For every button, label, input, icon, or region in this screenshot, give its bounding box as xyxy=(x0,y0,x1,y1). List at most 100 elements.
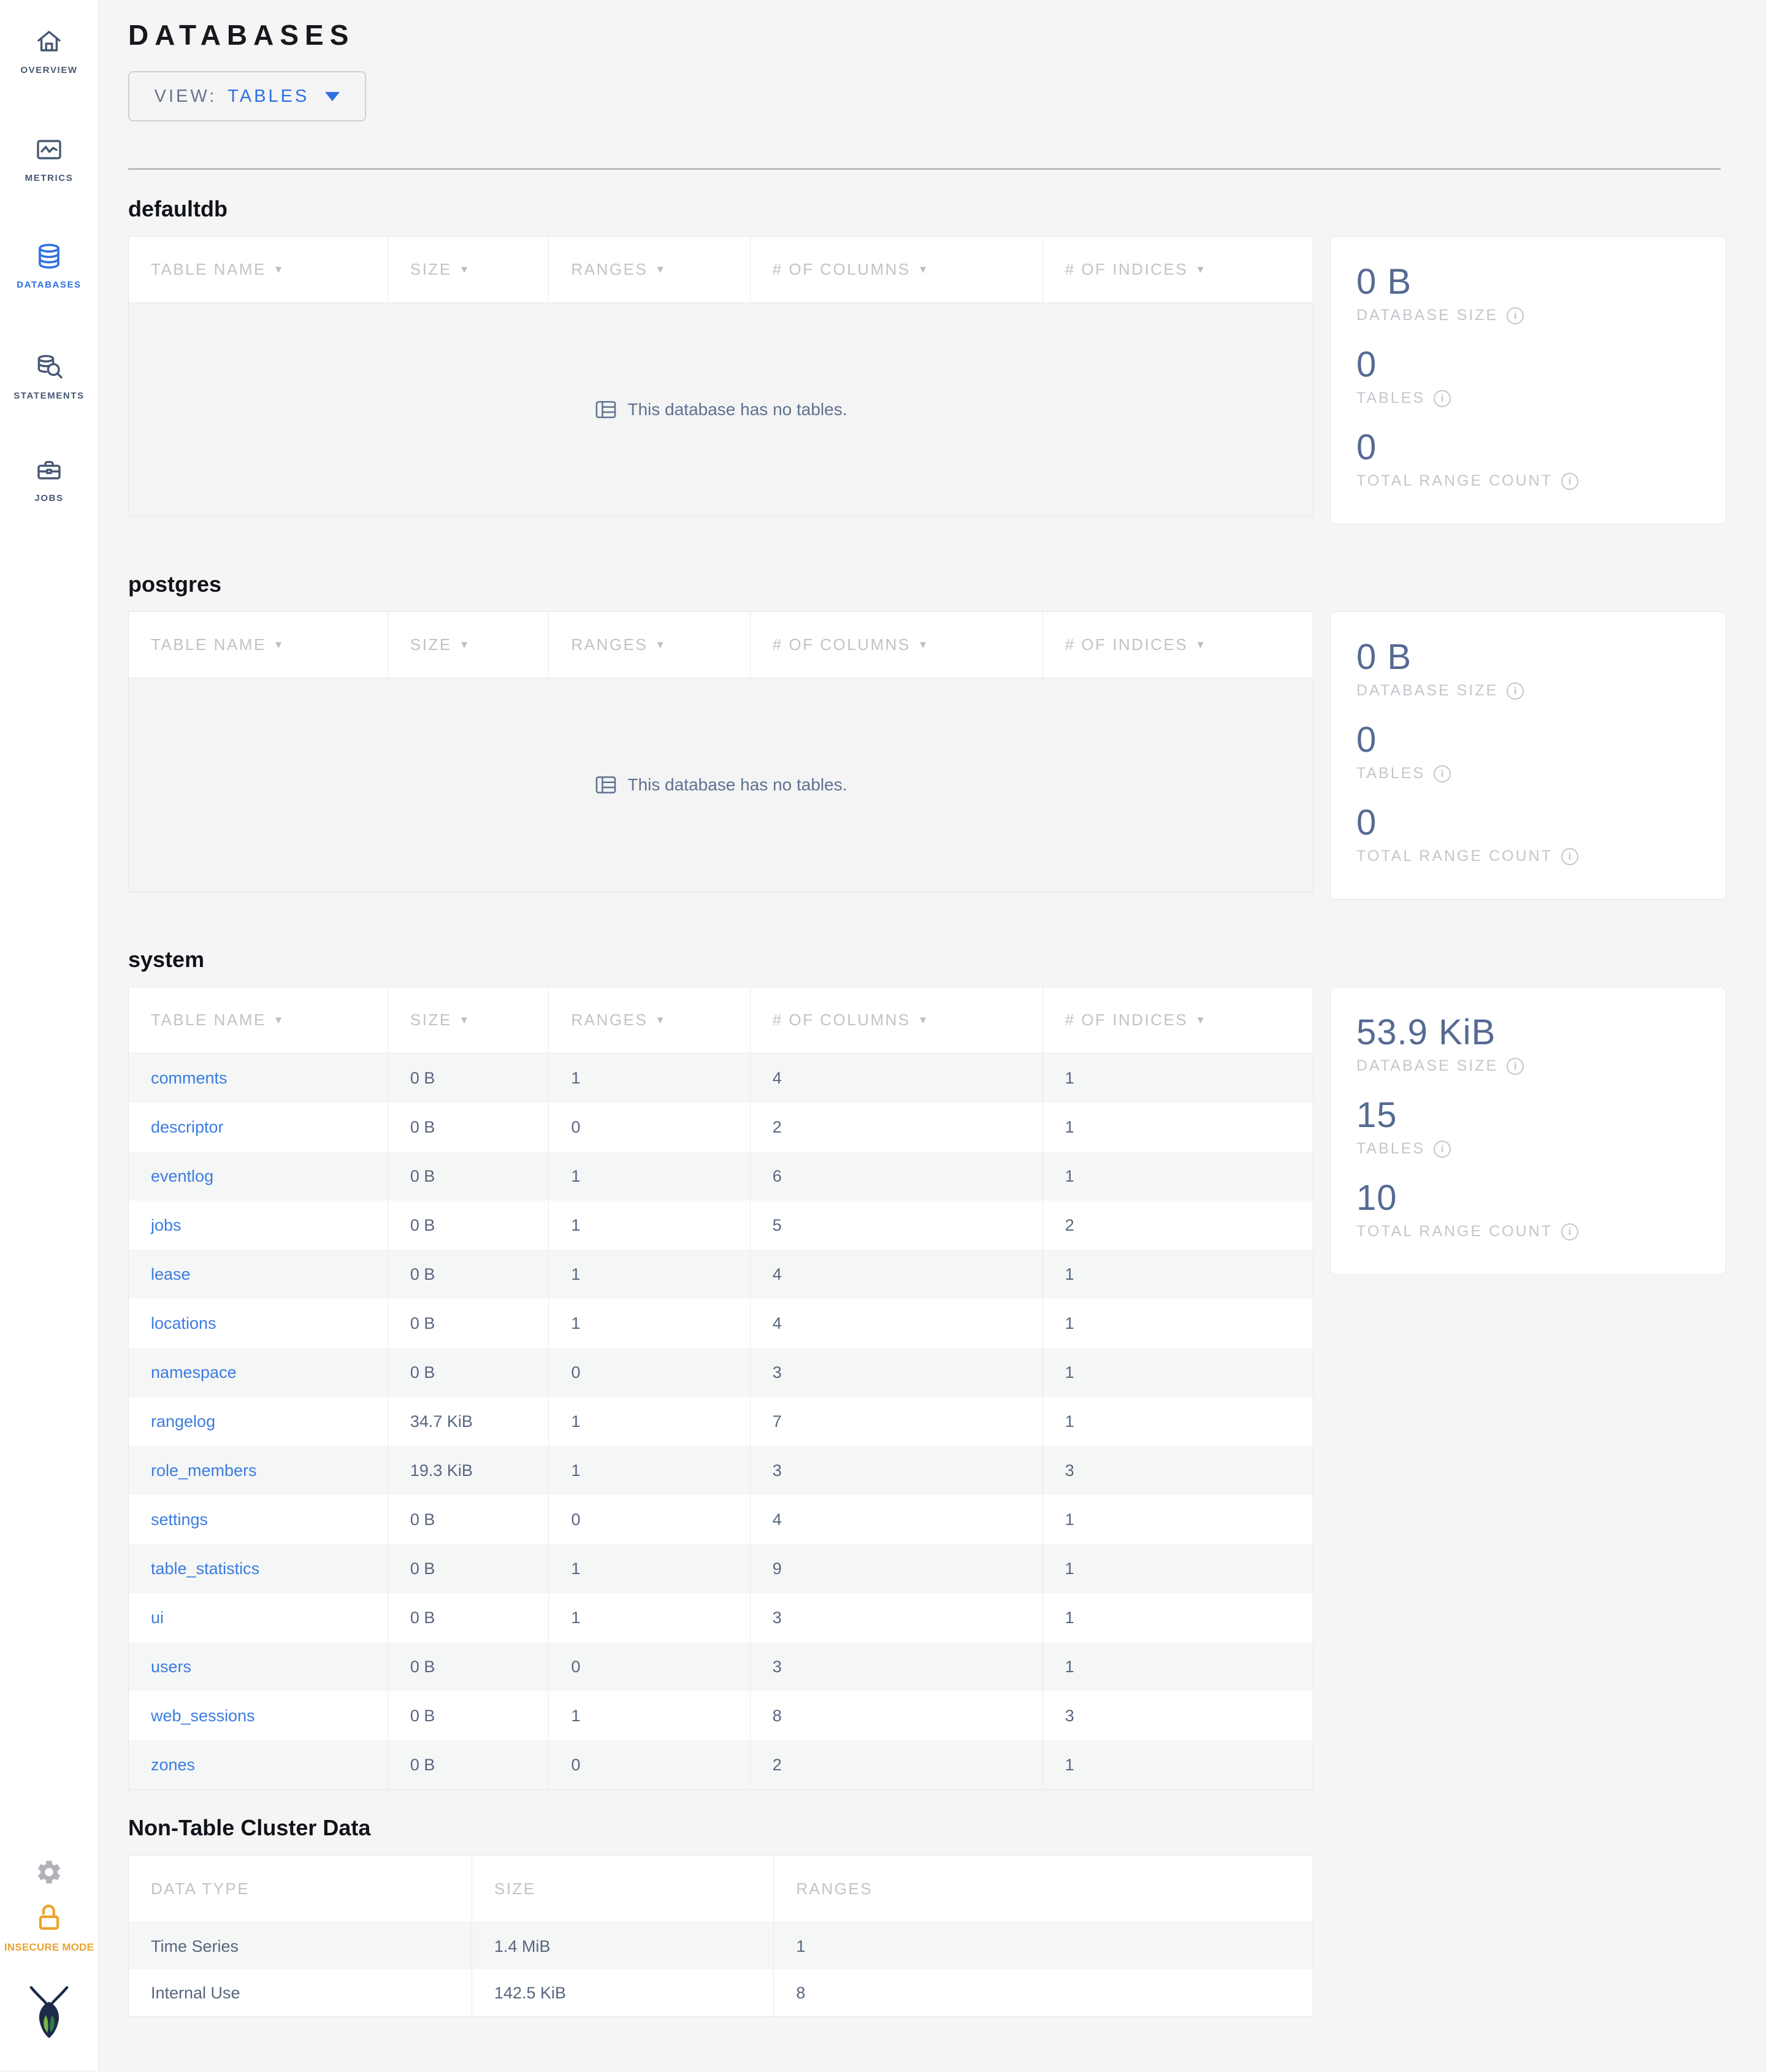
sidebar-item-statements[interactable]: STATEMENTS xyxy=(0,353,98,401)
table-cell: 2 xyxy=(751,1103,1043,1152)
table-cell: web_sessions xyxy=(129,1691,388,1740)
column-header-label: TABLE NAME xyxy=(151,635,266,654)
column-header-label: SIZE xyxy=(410,635,452,654)
table-name-link[interactable]: eventlog xyxy=(151,1167,213,1186)
column-header-ranges[interactable]: RANGES ▼ xyxy=(549,987,751,1053)
column-header-size[interactable]: SIZE ▼ xyxy=(388,987,549,1053)
insecure-mode-label: INSECURE MODE xyxy=(4,1941,94,1953)
view-dropdown[interactable]: VIEW: TABLES xyxy=(128,71,366,121)
table-name-link[interactable]: settings xyxy=(151,1510,208,1529)
info-icon[interactable]: i xyxy=(1434,1140,1451,1158)
info-icon[interactable]: i xyxy=(1507,1057,1524,1075)
info-icon[interactable]: i xyxy=(1507,682,1524,700)
info-icon[interactable]: i xyxy=(1507,307,1524,324)
table-cell: 1 xyxy=(1065,1068,1074,1087)
database-size-value: 0 B xyxy=(1356,637,1412,677)
table-cell: 3 xyxy=(751,1348,1043,1397)
table-name-link[interactable]: table_statistics xyxy=(151,1559,259,1578)
table-cell: 1 xyxy=(549,1250,751,1299)
sidebar-item-label: JOBS xyxy=(34,493,64,503)
sidebar-item-jobs[interactable]: JOBS xyxy=(0,455,98,503)
sidebar: OVERVIEW METRICS DATABASES STATEMENTS JO… xyxy=(0,0,99,2070)
table-name-link[interactable]: locations xyxy=(151,1314,216,1333)
insecure-mode-indicator[interactable]: INSECURE MODE xyxy=(0,1902,98,1954)
table-name-link[interactable]: namespace xyxy=(151,1363,237,1382)
database-size-label: DATABASE SIZE xyxy=(1356,682,1499,699)
view-dropdown-label: VIEW: xyxy=(154,86,217,106)
info-icon[interactable]: i xyxy=(1434,765,1451,782)
table-cell: users xyxy=(129,1642,388,1691)
table-cell: jobs xyxy=(129,1201,388,1250)
table-header-row: TABLE NAME ▼ SIZE ▼ RANGES ▼ # OF COLUMNS ▼ … xyxy=(129,987,1313,1053)
cockroachdb-logo[interactable] xyxy=(0,1986,98,2040)
table-cell: 0 xyxy=(549,1740,751,1789)
database-size-label: DATABASE SIZE xyxy=(1356,1057,1499,1074)
table-name-link[interactable]: role_members xyxy=(151,1461,257,1480)
tables-table: TABLE NAME ▼ SIZE ▼ RANGES ▼ # OF COLUMNS ▼ … xyxy=(128,987,1313,1790)
table-name-link[interactable]: comments xyxy=(151,1069,227,1088)
column-header-size[interactable]: SIZE ▼ xyxy=(388,612,549,678)
column-header-indices[interactable]: # OF INDICES ▼ xyxy=(1043,612,1313,678)
table-row: descriptor 0 B02 1 xyxy=(129,1103,1313,1152)
column-header-ranges[interactable]: RANGES ▼ xyxy=(549,612,751,678)
table-row: Time Series 1.4 MiB 1 xyxy=(129,1923,1313,1970)
page-title: DATABASES xyxy=(128,19,355,51)
column-header-table-name[interactable]: TABLE NAME ▼ xyxy=(129,612,388,678)
sidebar-item-metrics[interactable]: METRICS xyxy=(0,135,98,183)
column-header-columns[interactable]: # OF COLUMNS ▼ xyxy=(751,987,1043,1053)
empty-state: This database has no tables. xyxy=(129,678,1313,892)
column-header-columns[interactable]: # OF COLUMNS ▼ xyxy=(751,612,1043,678)
table-name-link[interactable]: zones xyxy=(151,1756,195,1775)
column-header-label: # OF INDICES xyxy=(1065,260,1188,278)
table-cell: 1 xyxy=(549,1201,751,1250)
sidebar-item-databases[interactable]: DATABASES xyxy=(0,242,98,290)
table-name-link[interactable]: web_sessions xyxy=(151,1707,255,1726)
table-name-link[interactable]: lease xyxy=(151,1265,191,1284)
sidebar-item-overview[interactable]: OVERVIEW xyxy=(0,27,98,75)
info-icon[interactable]: i xyxy=(1434,389,1451,407)
table-cell: 0 B xyxy=(388,1544,549,1593)
table-row: Internal Use 142.5 KiB 8 xyxy=(129,1970,1313,2016)
table-cell: 1 xyxy=(549,1053,751,1103)
table-cell: 0 xyxy=(549,1103,751,1152)
column-header-label: SIZE xyxy=(494,1879,536,1898)
table-name-link[interactable]: descriptor xyxy=(151,1118,224,1137)
table-cell: 0 xyxy=(549,1495,751,1544)
table-cell: 3 xyxy=(751,1593,1043,1642)
table-name-link[interactable]: rangelog xyxy=(151,1412,215,1431)
info-icon[interactable]: i xyxy=(1561,847,1579,865)
settings-gear-button[interactable] xyxy=(0,1858,98,1886)
column-header-ranges[interactable]: RANGES ▼ xyxy=(549,237,751,302)
table-row: ui 0 B131 xyxy=(129,1593,1313,1642)
column-header-indices[interactable]: # OF INDICES ▼ xyxy=(1043,987,1313,1053)
table-cell: 0 B xyxy=(388,1642,549,1691)
column-header-columns[interactable]: # OF COLUMNS ▼ xyxy=(751,237,1043,302)
column-header-label: RANGES xyxy=(571,635,648,654)
table-cell: 0 B xyxy=(388,1250,549,1299)
column-header-size[interactable]: SIZE ▼ xyxy=(388,237,549,302)
table-row: eventlog 0 B161 xyxy=(129,1152,1313,1201)
info-icon[interactable]: i xyxy=(1561,1223,1579,1241)
column-header-label: SIZE xyxy=(410,260,452,278)
table-cell: 0 B xyxy=(388,1348,549,1397)
sort-caret-icon: ▼ xyxy=(917,638,930,651)
column-header-table-name[interactable]: TABLE NAME ▼ xyxy=(129,987,388,1053)
column-header-indices[interactable]: # OF INDICES ▼ xyxy=(1043,237,1313,302)
table-cell: 5 xyxy=(751,1201,1043,1250)
table-cell: 1 xyxy=(1065,1264,1074,1283)
table-row: namespace 0 B03 1 xyxy=(129,1348,1313,1397)
metrics-icon xyxy=(0,135,98,164)
table-name-link[interactable]: ui xyxy=(151,1608,164,1627)
info-icon[interactable]: i xyxy=(1561,472,1579,490)
database-name-heading: postgres xyxy=(128,572,222,597)
table-row: lease 0 B141 xyxy=(129,1250,1313,1299)
column-header-table-name[interactable]: TABLE NAME ▼ xyxy=(129,237,388,302)
table-cell: 1 xyxy=(549,1397,751,1446)
table-cell: 0 B xyxy=(388,1103,549,1152)
table-cell: 1 xyxy=(549,1446,751,1495)
database-size-value: 0 B xyxy=(1356,262,1412,302)
column-header-label: RANGES xyxy=(796,1879,873,1898)
table-name-link[interactable]: jobs xyxy=(151,1216,182,1235)
column-header-label: SIZE xyxy=(410,1011,452,1029)
table-name-link[interactable]: users xyxy=(151,1657,191,1676)
